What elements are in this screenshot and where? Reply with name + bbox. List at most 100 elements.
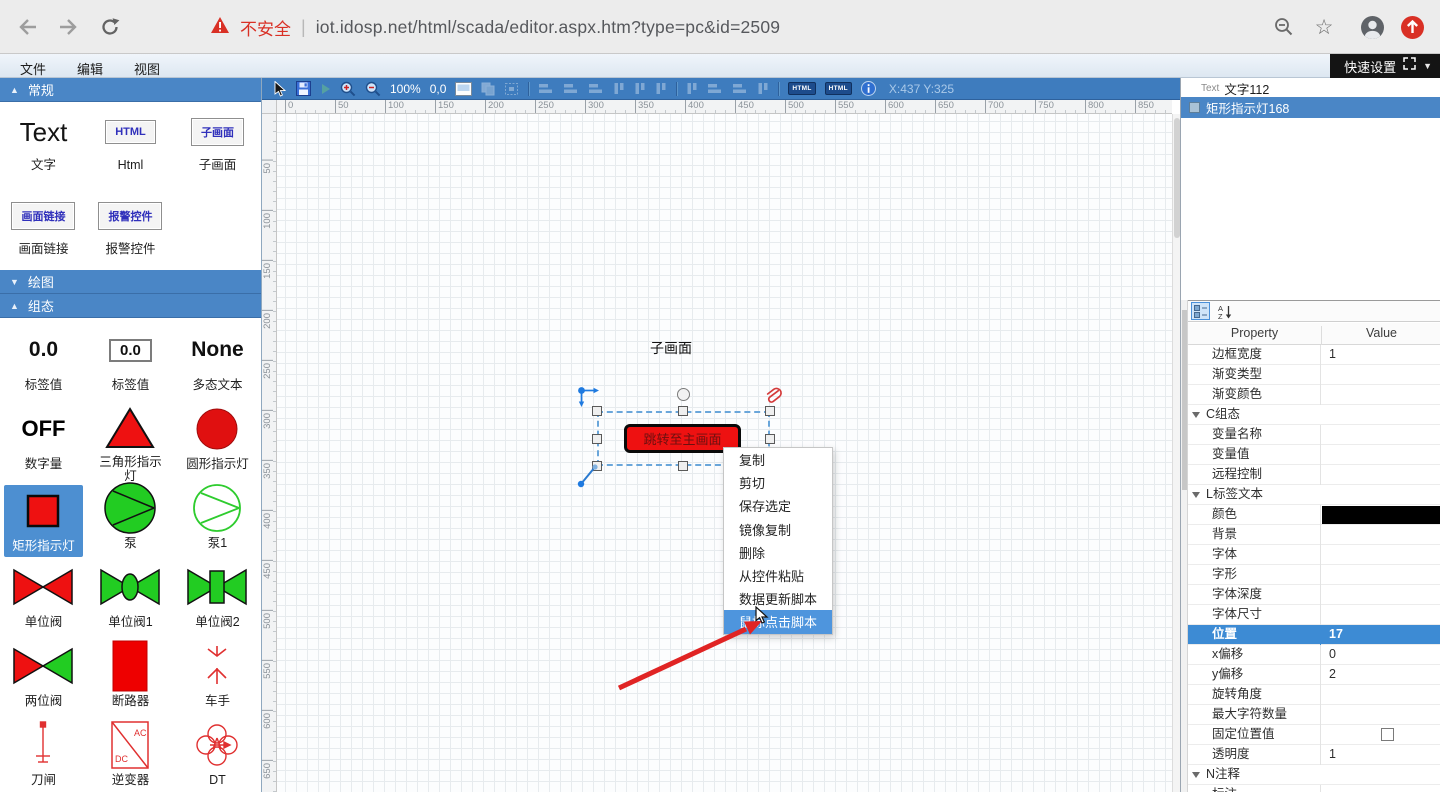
palette-item-dt-flower[interactable]: DT (174, 713, 261, 792)
context-menu-item-7[interactable]: 鼠标点击脚本 (724, 610, 832, 633)
zoom-out-icon[interactable] (365, 81, 381, 97)
color-swatch[interactable] (1322, 506, 1440, 524)
property-row-5[interactable]: 变量值 (1188, 445, 1440, 465)
html-export-icon[interactable]: HTML (788, 82, 815, 95)
save-icon[interactable] (296, 81, 311, 96)
context-menu-item-6[interactable]: 数据更新脚本 (724, 587, 832, 610)
context-menu-item-3[interactable]: 镜像复制 (724, 518, 832, 541)
property-row-11[interactable]: 字形 (1188, 565, 1440, 585)
palette-item-rect-indicator[interactable]: 矩形指示灯 (0, 476, 87, 555)
property-row-0[interactable]: 边框宽度1 (1188, 345, 1440, 365)
section-header-zutai[interactable]: ▲组态 (0, 294, 261, 318)
info-icon[interactable] (861, 81, 876, 96)
property-value[interactable] (1321, 785, 1440, 792)
resize-handle-s[interactable] (678, 461, 688, 471)
palette-item-breaker[interactable]: 断路器 (87, 634, 174, 713)
property-row-7[interactable]: L标签文本 (1188, 485, 1440, 505)
palette-item-label-value-box[interactable]: 0.0标签值 (87, 318, 174, 397)
browser-update-icon[interactable] (1398, 13, 1426, 41)
property-row-22[interactable]: 标注 (1188, 785, 1440, 792)
property-value[interactable] (1321, 705, 1440, 725)
security-warning-label[interactable]: 不安全 (240, 15, 291, 40)
property-value[interactable] (1321, 585, 1440, 605)
property-row-14[interactable]: 位置17 (1188, 625, 1440, 645)
quick-settings-label[interactable]: 快速设置 (1344, 57, 1396, 76)
context-menu-item-2[interactable]: 保存选定 (724, 494, 832, 517)
bookmark-star-icon[interactable]: ☆ (1310, 13, 1338, 41)
property-row-9[interactable]: 背景 (1188, 525, 1440, 545)
html-import-icon[interactable]: HTML (825, 82, 852, 95)
inspector-scrollbar[interactable] (1181, 300, 1188, 792)
dock-icon[interactable] (1403, 57, 1416, 75)
property-row-15[interactable]: x偏移0 (1188, 645, 1440, 665)
property-value[interactable] (1321, 525, 1440, 545)
property-value[interactable] (1321, 565, 1440, 585)
palette-item-multistate-text[interactable]: None多态文本 (174, 318, 261, 397)
forward-icon[interactable] (54, 13, 82, 41)
property-row-20[interactable]: 透明度1 (1188, 745, 1440, 765)
context-menu-item-5[interactable]: 从控件粘贴 (724, 564, 832, 587)
property-row-4[interactable]: 变量名称 (1188, 425, 1440, 445)
palette-item-valve-green-rect[interactable]: 单位阀2 (174, 555, 261, 634)
object-tree-item-rect-indicator[interactable]: 矩形指示灯168 (1181, 97, 1440, 118)
categorized-view-icon[interactable] (1191, 302, 1210, 320)
palette-item-knife-switch[interactable]: 刀闸 (0, 713, 87, 792)
palette-item-alarm-control[interactable]: 报警控件报警控件 (87, 186, 174, 270)
menu-1[interactable]: 编辑 (71, 57, 109, 80)
palette-item-handcart[interactable]: 车手 (174, 634, 261, 713)
palette-item-valve-red[interactable]: 单位阀 (0, 555, 87, 634)
connector-adorner-bottom-left[interactable] (577, 462, 599, 493)
property-row-21[interactable]: N注释 (1188, 765, 1440, 785)
property-row-17[interactable]: 旋转角度 (1188, 685, 1440, 705)
palette-item-screen-link-control[interactable]: 画面链接画面链接 (0, 186, 87, 270)
scrollbar-thumb[interactable] (1182, 310, 1187, 490)
address-bar[interactable]: 不安全 | iot.idosp.net/html/scada/editor.as… (210, 10, 780, 44)
property-value[interactable] (1321, 365, 1440, 385)
profile-avatar[interactable] (1358, 13, 1386, 41)
property-value[interactable]: 1 (1321, 745, 1440, 765)
property-value[interactable] (1321, 425, 1440, 445)
property-value[interactable]: 0 (1321, 645, 1440, 665)
context-menu-item-1[interactable]: 剪切 (724, 471, 832, 494)
resize-handle-e[interactable] (765, 434, 775, 444)
pointer-icon[interactable] (274, 81, 287, 97)
property-value[interactable] (1321, 385, 1440, 405)
property-row-13[interactable]: 字体尺寸 (1188, 605, 1440, 625)
property-value[interactable]: 1 (1321, 345, 1440, 365)
context-menu-item-0[interactable]: 复制 (724, 448, 832, 471)
property-row-19[interactable]: 固定位置值 (1188, 725, 1440, 745)
palette-item-pump[interactable]: 泵 (87, 476, 174, 555)
context-menu-item-4[interactable]: 删除 (724, 541, 832, 564)
subscreen-text[interactable]: 子画面 (650, 338, 692, 358)
property-value[interactable] (1321, 545, 1440, 565)
property-row-1[interactable]: 渐变类型 (1188, 365, 1440, 385)
origin-text[interactable]: 0,0 (430, 82, 447, 96)
property-row-10[interactable]: 字体 (1188, 545, 1440, 565)
palette-item-triangle-indicator[interactable]: 三角形指示灯 (87, 397, 174, 476)
chevron-down-icon[interactable]: ▼ (1423, 61, 1432, 71)
property-value[interactable] (1321, 465, 1440, 485)
design-canvas[interactable]: 子画面 跳转至主画面 复制剪切保存选定镜像复制删除从控件粘贴数据更新脚本鼠标点击… (277, 114, 1172, 792)
menu-2[interactable]: 视图 (128, 57, 166, 80)
property-value[interactable] (1321, 445, 1440, 465)
property-row-3[interactable]: C组态 (1188, 405, 1440, 425)
rotate-handle[interactable] (677, 388, 690, 401)
property-row-16[interactable]: y偏移2 (1188, 665, 1440, 685)
paperclip-icon[interactable] (764, 386, 782, 413)
zoom-in-icon[interactable] (340, 81, 356, 97)
property-value[interactable]: 2 (1321, 665, 1440, 685)
palette-item-subscreen-control[interactable]: 子画面子画面 (174, 102, 261, 186)
zoom-level-text[interactable]: 100% (390, 82, 421, 96)
quick-settings-bar[interactable]: 快速设置 ▼ (1330, 54, 1440, 78)
connector-adorner-top-left[interactable] (577, 386, 603, 415)
reload-icon[interactable] (96, 13, 124, 41)
checkbox[interactable] (1381, 728, 1394, 741)
object-tree-item-text[interactable]: Text 文字112 (1181, 80, 1440, 97)
property-row-12[interactable]: 字体深度 (1188, 585, 1440, 605)
palette-item-inverter[interactable]: ACDC逆变器 (87, 713, 174, 792)
section-header-changgui[interactable]: ▲常规 (0, 78, 261, 102)
property-value[interactable] (1321, 605, 1440, 625)
menu-0[interactable]: 文件 (14, 57, 52, 80)
property-row-2[interactable]: 渐变颜色 (1188, 385, 1440, 405)
canvas-settings-icon[interactable] (455, 82, 472, 96)
